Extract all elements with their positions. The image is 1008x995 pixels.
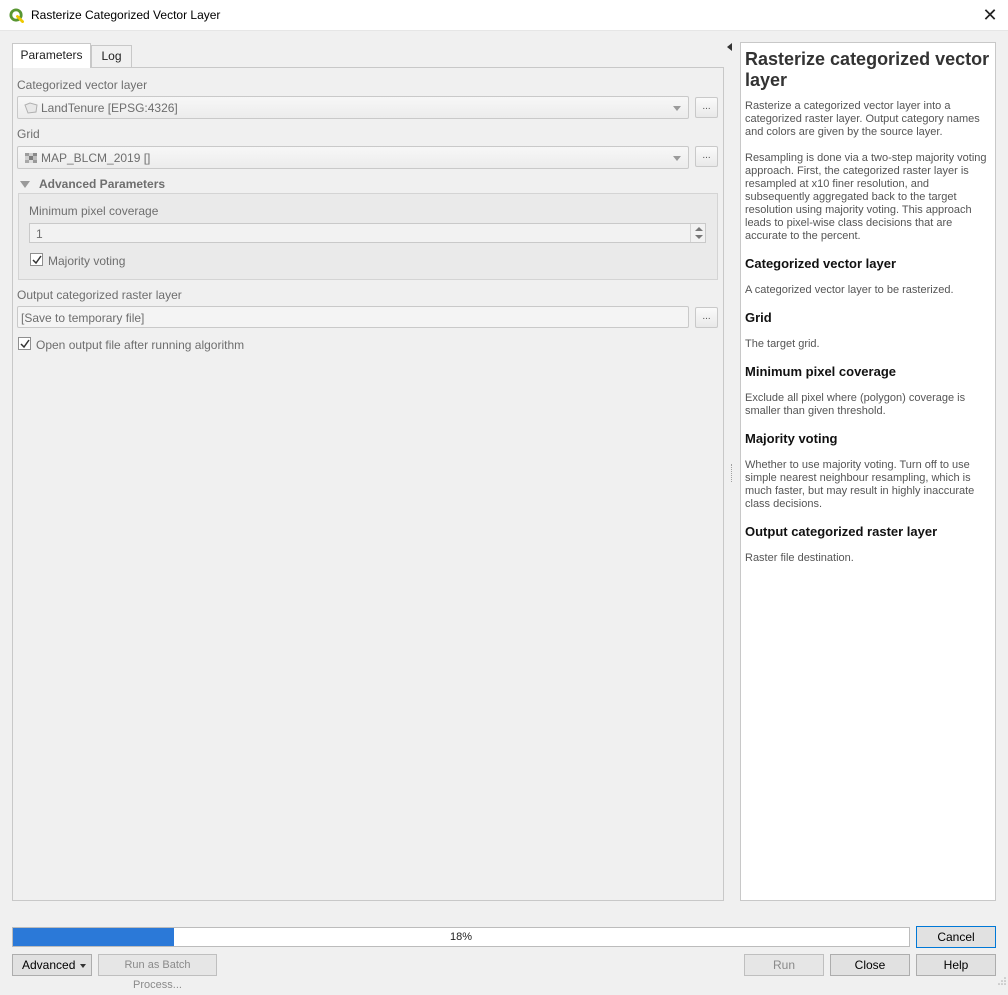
output-browse-button[interactable]: ... (695, 307, 718, 328)
run-batch-button[interactable]: Run as Batch Process... (98, 954, 217, 991)
increment-icon[interactable] (695, 227, 703, 231)
grid-combobox[interactable]: MAP_BLCM_2019 [] (17, 146, 689, 169)
vector-layer-combobox[interactable]: LandTenure [EPSG:4326] (17, 96, 689, 119)
collapse-help-icon[interactable] (727, 43, 732, 51)
advanced-button[interactable]: Advanced (12, 954, 92, 976)
help-text-vector-layer: A categorized vector layer to be rasteri… (745, 284, 954, 296)
open-output-label: Open output file after running algorithm (36, 338, 245, 352)
close-button[interactable]: Close (830, 954, 910, 976)
raster-layer-icon (25, 153, 37, 163)
chevron-down-icon (673, 106, 681, 111)
min-coverage-label: Minimum pixel coverage (29, 204, 159, 218)
splitter-handle[interactable] (731, 464, 733, 482)
help-text-output: Raster file destination. (745, 552, 854, 564)
help-title: Rasterize categorized vector layer (745, 49, 990, 90)
progress-bar: 18% (12, 927, 910, 947)
window-title: Rasterize Categorized Vector Layer (31, 8, 221, 22)
decrement-icon[interactable] (695, 235, 703, 239)
grid-label: Grid (17, 127, 40, 141)
help-heading-min-coverage: Minimum pixel coverage (745, 364, 896, 379)
help-heading-output: Output categorized raster layer (745, 524, 938, 539)
chevron-down-icon (673, 156, 681, 161)
grid-browse-button[interactable]: ... (695, 146, 718, 167)
vector-layer-value: LandTenure [EPSG:4326] (41, 101, 178, 115)
vector-layer-browse-button[interactable]: ... (695, 97, 718, 118)
help-button[interactable]: Help (916, 954, 996, 976)
help-intro: Rasterize a categorized vector layer int… (745, 100, 980, 138)
cancel-button[interactable]: Cancel (916, 926, 996, 948)
spinbox-buttons[interactable] (690, 224, 705, 242)
help-text-grid: The target grid. (745, 338, 820, 350)
majority-voting-checkbox[interactable] (30, 253, 43, 266)
help-heading-majority: Majority voting (745, 431, 838, 446)
advanced-button-label: Advanced (22, 958, 76, 972)
open-output-checkbox[interactable] (18, 337, 31, 350)
help-heading-vector-layer: Categorized vector layer (745, 256, 897, 271)
help-text-min-coverage: Exclude all pixel where (polygon) covera… (745, 392, 966, 417)
output-path-field[interactable]: [Save to temporary file] (17, 306, 689, 328)
advanced-parameters-toggle[interactable]: Advanced Parameters (39, 177, 165, 191)
help-resampling: Resampling is done via a two-step majori… (745, 152, 987, 242)
resize-grip-icon[interactable] (997, 976, 1007, 986)
help-heading-grid: Grid (745, 310, 772, 325)
grid-value: MAP_BLCM_2019 [] (41, 151, 151, 165)
qgis-logo-icon (9, 8, 24, 23)
progress-label: 18% (449, 931, 473, 943)
title-bar: Rasterize Categorized Vector Layer ✕ (0, 0, 1008, 31)
close-icon[interactable]: ✕ (980, 5, 1000, 25)
min-coverage-value: 1 (36, 227, 43, 241)
help-panel: Rasterize categorized vector layer Raste… (740, 42, 996, 901)
tab-parameters[interactable]: Parameters (12, 43, 91, 68)
output-path-value: [Save to temporary file] (21, 311, 145, 325)
checkmark-icon (32, 255, 42, 265)
tab-log[interactable]: Log (91, 45, 132, 67)
vector-layer-label: Categorized vector layer (17, 78, 148, 92)
min-coverage-spinbox[interactable]: 1 (29, 223, 706, 243)
majority-voting-label: Majority voting (48, 254, 126, 268)
checkmark-icon (20, 339, 30, 349)
polygon-layer-icon (24, 102, 38, 114)
output-label: Output categorized raster layer (17, 288, 182, 302)
run-button[interactable]: Run (744, 954, 824, 976)
help-text-majority: Whether to use majority voting. Turn off… (745, 459, 975, 510)
collapse-triangle-icon[interactable] (20, 181, 30, 188)
dropdown-arrow-icon (80, 964, 86, 968)
